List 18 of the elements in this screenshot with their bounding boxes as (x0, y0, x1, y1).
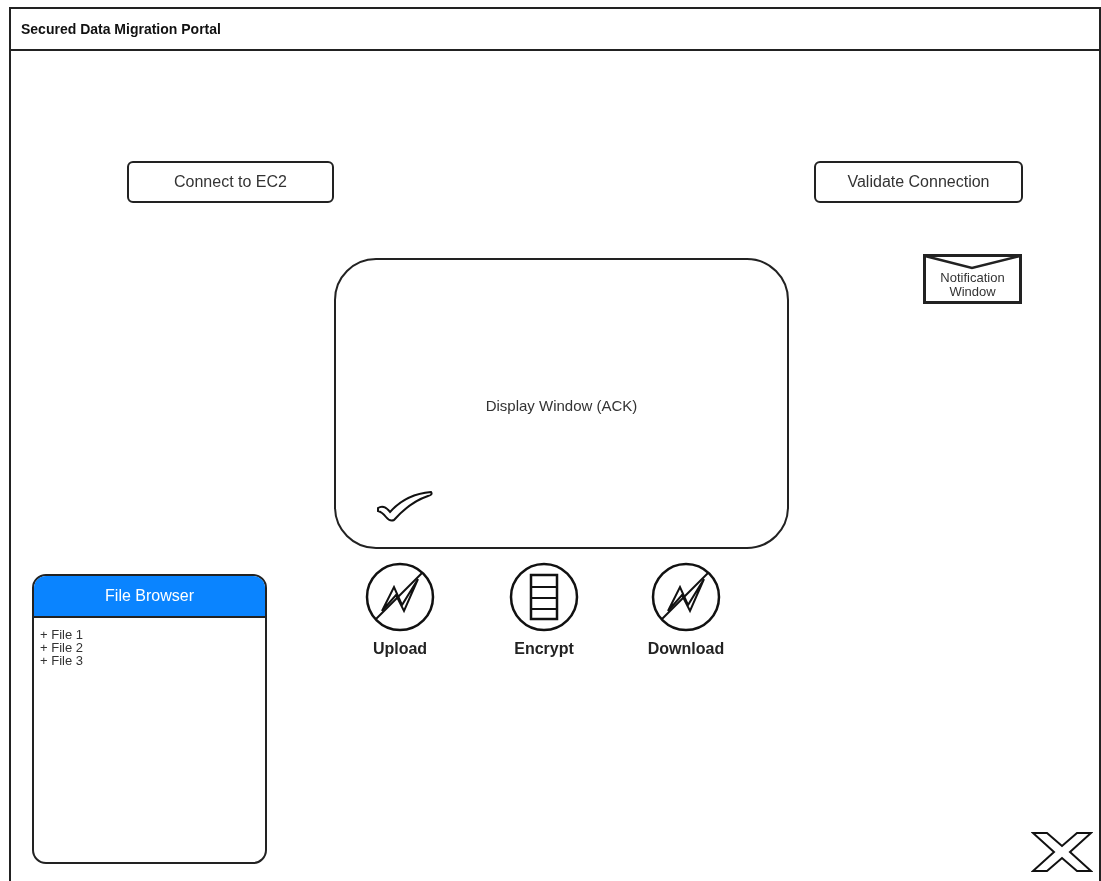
action-label: Download (646, 640, 726, 658)
file-item[interactable]: + File 2 (40, 641, 259, 654)
file-browser-title: File Browser (34, 576, 265, 618)
display-label: Display Window (ACK) (484, 397, 639, 414)
envelope-icon[interactable] (923, 254, 1022, 304)
action-label: Upload (371, 640, 429, 658)
action-label: Encrypt (513, 640, 575, 658)
close-icon[interactable] (1031, 831, 1093, 873)
document-icon[interactable] (508, 561, 580, 633)
file-item[interactable]: + File 1 (40, 628, 259, 641)
notification-label: Notification Window (939, 271, 1006, 299)
checkmark-icon (376, 490, 434, 522)
validate-button[interactable]: Validate Connection (814, 161, 1023, 203)
connect-button[interactable]: Connect to EC2 (127, 161, 334, 203)
lightning-icon[interactable] (364, 561, 436, 633)
lightning-icon[interactable] (650, 561, 722, 633)
window-title: Secured Data Migration Portal (21, 21, 221, 37)
file-item[interactable]: + File 3 (40, 654, 259, 667)
